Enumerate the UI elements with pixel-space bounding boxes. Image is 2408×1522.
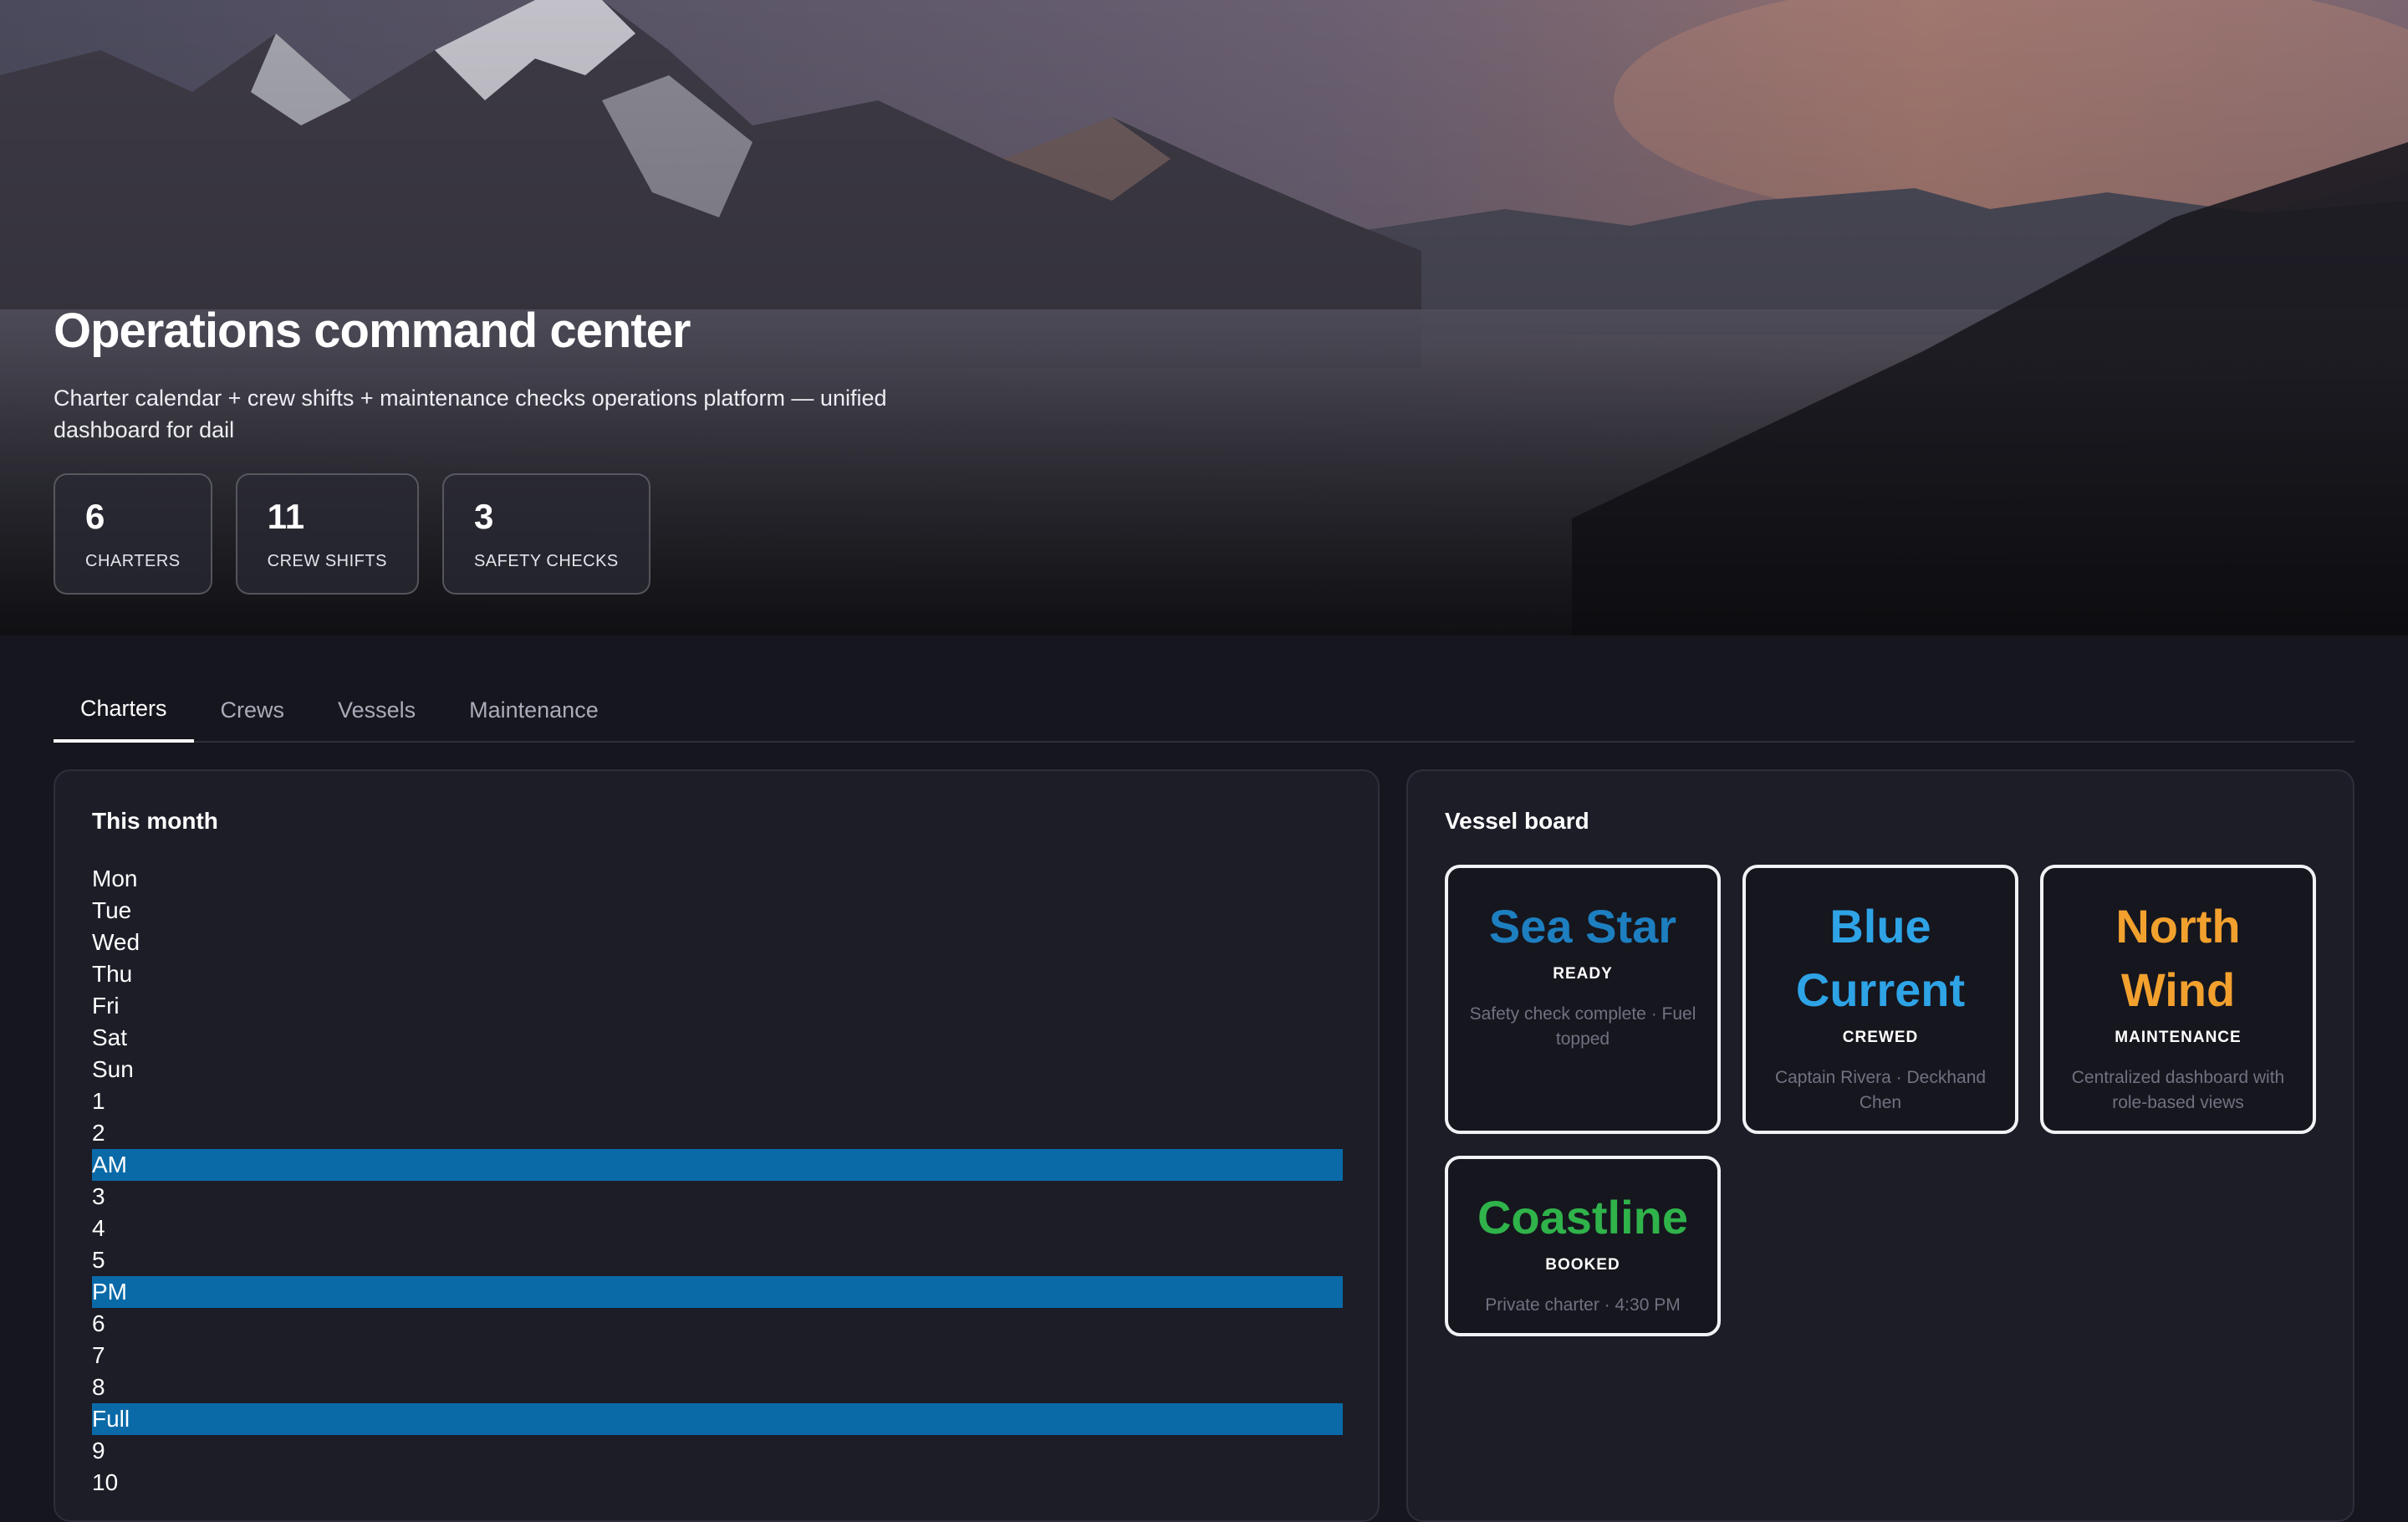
calendar-row: 4	[92, 1215, 105, 1241]
stat-label: CHARTERS	[85, 552, 181, 570]
vessel-name: Blue Current	[1795, 900, 1966, 1016]
stat-card-charters: 6 CHARTERS	[54, 473, 212, 595]
calendar-row: 7	[92, 1342, 105, 1368]
vessel-board-panel: Vessel board Sea Star READY Safety check…	[1406, 769, 2354, 1522]
tab-charters[interactable]: Charters	[54, 677, 194, 743]
hero-banner: Operations command center Charter calend…	[0, 0, 2408, 636]
vessel-card-north-wind[interactable]: North Wind MAINTENANCE Centralized dashb…	[2040, 865, 2316, 1134]
calendar-title: This month	[92, 808, 218, 834]
stat-card-crew-shifts: 11 CREW SHIFTS	[235, 473, 419, 595]
calendar-row: 3	[92, 1183, 105, 1209]
calendar-list: Mon Tue Wed Thu Fri Sat Sun 1 2 AM 3 4 5 PM 6 7 8 Full 9 10	[92, 863, 1343, 1499]
stat-value: 11	[267, 497, 305, 536]
calendar-row: 5	[92, 1247, 105, 1273]
vessel-card-coastline[interactable]: Coastline BOOKED Private charter · 4:30 …	[1445, 1156, 1721, 1336]
vessel-name: North Wind	[2115, 900, 2241, 1016]
calendar-slot-highlight[interactable]: PM	[92, 1276, 1343, 1308]
vessel-name: Sea Star	[1488, 900, 1677, 953]
stat-value: 3	[473, 497, 494, 536]
calendar-slot-highlight[interactable]: Full	[92, 1403, 1343, 1435]
calendar-slot-highlight[interactable]: AM	[92, 1149, 1343, 1181]
vessel-board-title: Vessel board	[1445, 808, 1589, 834]
calendar-row: Tue	[92, 897, 132, 923]
page-subtitle: Charter calendar + crew shifts + mainten…	[54, 386, 887, 442]
calendar-row: 9	[92, 1438, 105, 1463]
calendar-row: Sat	[92, 1024, 128, 1050]
calendar-row: Mon	[92, 866, 138, 891]
page-title: Operations command center	[54, 304, 691, 358]
vessel-note: Private charter · 4:30 PM	[1485, 1295, 1681, 1315]
calendar-row: 10	[92, 1469, 119, 1495]
stat-card-safety-checks: 3 SAFETY CHECKS	[441, 473, 650, 595]
calendar-row: 8	[92, 1374, 105, 1400]
vessel-status: CREWED	[1842, 1029, 1919, 1046]
calendar-row: Fri	[92, 993, 120, 1019]
vessel-note: Safety check complete · Fuel topped	[1469, 1004, 1696, 1049]
tab-bar: Charters Crews Vessels Maintenance	[54, 677, 2354, 743]
calendar-row: 6	[92, 1310, 105, 1336]
vessel-note: Centralized dashboard with role-based vi…	[2071, 1068, 2285, 1112]
calendar-row: 1	[92, 1088, 105, 1114]
calendar-row: Thu	[92, 961, 133, 987]
stat-value: 6	[85, 497, 105, 536]
tab-crews[interactable]: Crews	[194, 677, 312, 743]
stat-label: CREW SHIFTS	[267, 552, 387, 570]
vessel-note: Captain Rivera · Deckhand Chen	[1774, 1068, 1987, 1112]
vessel-name: Coastline	[1477, 1191, 1689, 1244]
stats-row: 6 CHARTERS 11 CREW SHIFTS 3 SAFETY CHECK…	[54, 473, 650, 595]
calendar-row: 2	[92, 1120, 105, 1146]
vessel-card-sea-star[interactable]: Sea Star READY Safety check complete · F…	[1445, 865, 1721, 1134]
calendar-row: Wed	[92, 929, 140, 955]
calendar-panel: This month Mon Tue Wed Thu Fri Sat Sun 1 2 AM 3 4 5 P…	[54, 769, 1380, 1522]
vessel-grid: Sea Star READY Safety check complete · F…	[1445, 865, 2316, 1336]
vessel-status: MAINTENANCE	[2115, 1029, 2242, 1046]
vessel-status: READY	[1553, 965, 1613, 983]
calendar-row: Sun	[92, 1056, 134, 1082]
tab-vessels[interactable]: Vessels	[311, 677, 442, 743]
vessel-card-blue-current[interactable]: Blue Current CREWED Captain Rivera · Dec…	[1742, 865, 2018, 1134]
stat-label: SAFETY CHECKS	[473, 552, 619, 570]
vessel-status: BOOKED	[1545, 1256, 1620, 1274]
tab-maintenance[interactable]: Maintenance	[442, 677, 625, 743]
